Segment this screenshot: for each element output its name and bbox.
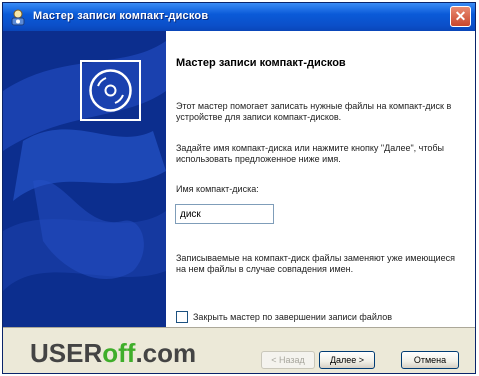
close-icon: ✕ bbox=[454, 8, 467, 24]
intro-text: Этот мастер помогает записать нужные фай… bbox=[176, 101, 452, 122]
back-button[interactable]: < Назад bbox=[261, 351, 315, 369]
close-wizard-checkbox[interactable] bbox=[176, 311, 188, 323]
window-title: Мастер записи компакт-дисков bbox=[33, 10, 209, 22]
watermark-user: USER bbox=[30, 338, 103, 368]
cancel-button[interactable]: Отмена bbox=[401, 351, 459, 369]
next-button[interactable]: Далее > bbox=[319, 351, 375, 369]
watermark-logo: USERoff.com bbox=[30, 338, 196, 368]
name-hint-text: Задайте имя компакт-диска или нажмите кн… bbox=[176, 143, 444, 164]
close-button[interactable]: ✕ bbox=[450, 6, 471, 27]
disc-name-label: Имя компакт-диска: bbox=[176, 184, 259, 194]
title-bar[interactable]: Мастер записи компакт-дисков ✕ bbox=[3, 3, 475, 31]
cd-disc-icon bbox=[89, 69, 132, 112]
wizard-window: Мастер записи компакт-дисков ✕ Мастер за… bbox=[2, 2, 476, 374]
wizard-banner bbox=[3, 31, 166, 327]
cd-icon-frame bbox=[80, 60, 141, 121]
overwrite-note: Записываемые на компакт-диск файлы замен… bbox=[176, 253, 456, 274]
page-title: Мастер записи компакт-дисков bbox=[176, 57, 346, 69]
watermark-off: off bbox=[102, 338, 136, 368]
watermark-com: .com bbox=[135, 338, 197, 368]
cd-writer-icon bbox=[11, 9, 25, 26]
disc-name-input[interactable] bbox=[175, 204, 274, 224]
close-wizard-checkbox-label[interactable]: Закрыть мастер по завершении записи файл… bbox=[193, 312, 392, 322]
wizard-content: Мастер записи компакт-дисков Этот мастер… bbox=[166, 31, 475, 327]
